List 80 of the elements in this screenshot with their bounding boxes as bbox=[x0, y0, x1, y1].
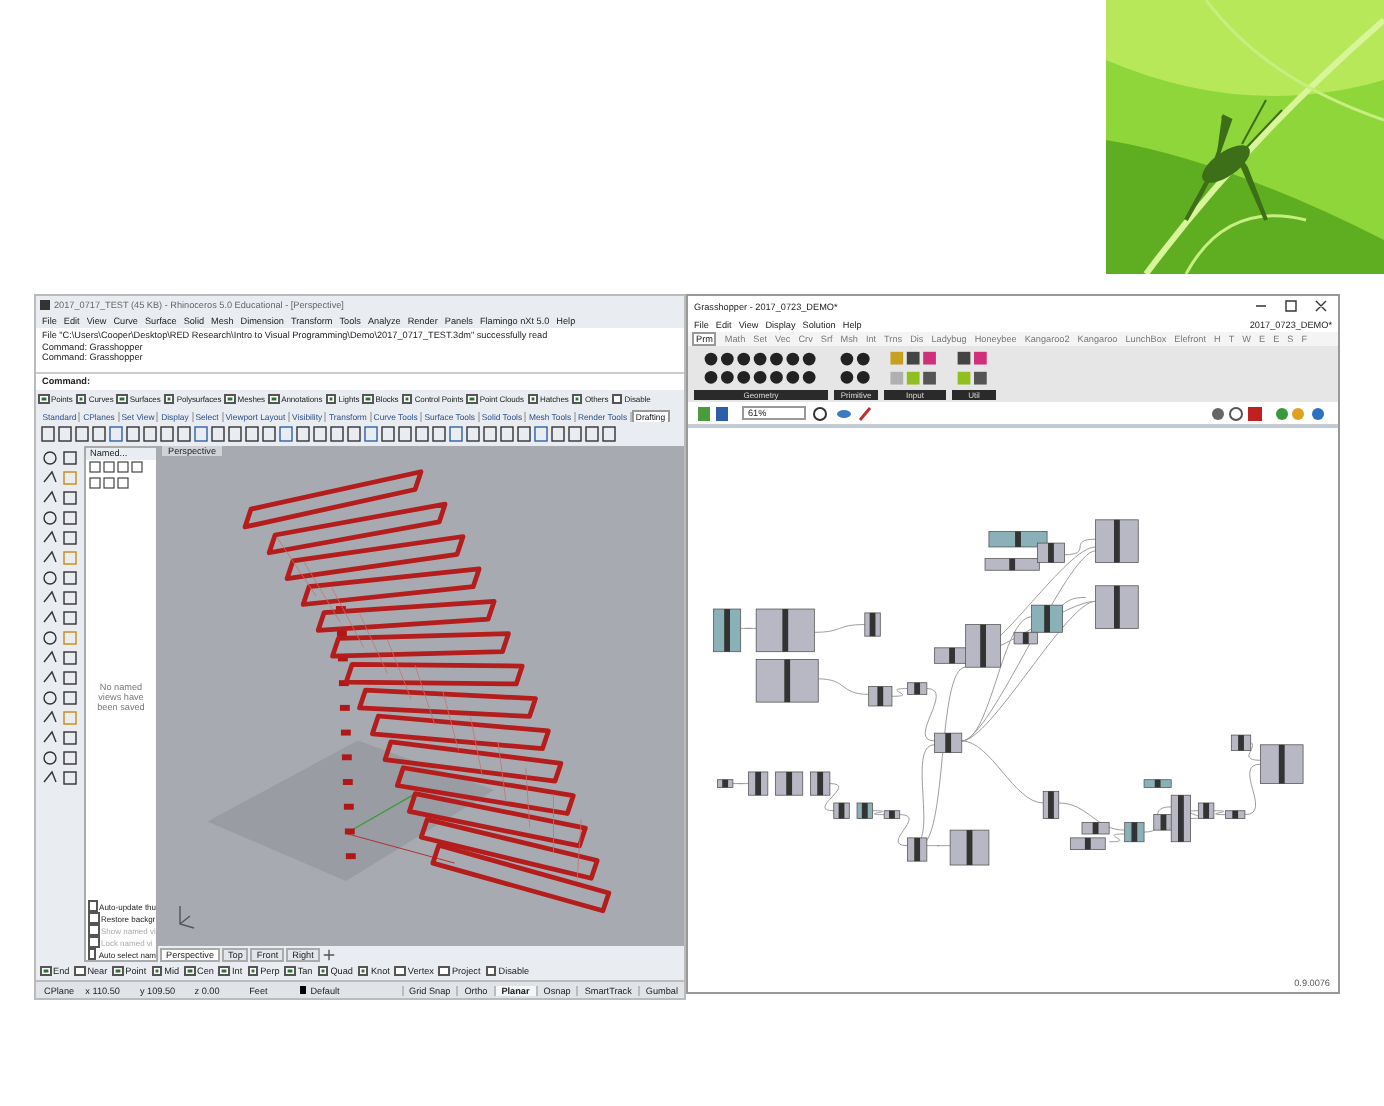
wire bbox=[732, 783, 749, 785]
wire bbox=[891, 688, 908, 697]
axis-icon bbox=[174, 902, 198, 930]
graph-node[interactable] bbox=[934, 732, 963, 753]
checkbox[interactable] bbox=[88, 948, 97, 960]
graph-node[interactable] bbox=[810, 771, 831, 796]
checkbox[interactable] bbox=[611, 393, 623, 405]
checkbox[interactable] bbox=[116, 393, 128, 405]
graph-node[interactable] bbox=[1260, 744, 1304, 784]
graph-node[interactable] bbox=[1013, 631, 1038, 645]
checkbox[interactable] bbox=[218, 965, 230, 977]
add-tab-icon[interactable] bbox=[321, 947, 336, 961]
graph-node[interactable] bbox=[755, 608, 815, 653]
graph-node[interactable] bbox=[1225, 810, 1246, 819]
checkbox[interactable] bbox=[394, 965, 406, 977]
graph-node[interactable] bbox=[868, 686, 893, 707]
checkbox[interactable] bbox=[151, 965, 163, 977]
checkbox[interactable] bbox=[284, 965, 296, 977]
checkbox[interactable] bbox=[268, 393, 280, 405]
graph-node[interactable] bbox=[1170, 794, 1191, 843]
wire bbox=[817, 678, 870, 695]
graph-node[interactable] bbox=[988, 531, 1048, 548]
view-tools-drawing[interactable] bbox=[812, 405, 872, 421]
checkbox[interactable] bbox=[88, 912, 99, 924]
graph-node[interactable] bbox=[717, 779, 734, 788]
display-tools-drawing[interactable] bbox=[1210, 405, 1330, 421]
checkbox[interactable] bbox=[224, 393, 236, 405]
graph-node[interactable] bbox=[1031, 604, 1063, 633]
graph-node[interactable] bbox=[1037, 542, 1065, 563]
window-controls-icon[interactable] bbox=[1252, 298, 1332, 314]
graph-node[interactable] bbox=[755, 659, 819, 703]
checkbox[interactable] bbox=[74, 965, 86, 977]
graph-node[interactable] bbox=[856, 802, 873, 819]
checkbox[interactable] bbox=[571, 393, 583, 405]
app-icon bbox=[40, 299, 50, 309]
graph-node[interactable] bbox=[1197, 802, 1215, 819]
graph-node[interactable] bbox=[864, 612, 881, 637]
checkbox[interactable] bbox=[401, 393, 413, 405]
checkbox[interactable] bbox=[38, 393, 49, 405]
checkbox[interactable] bbox=[75, 393, 87, 405]
graph-node[interactable] bbox=[1095, 585, 1139, 629]
checkbox[interactable] bbox=[485, 965, 497, 977]
checkbox[interactable] bbox=[163, 393, 175, 405]
graph-node[interactable] bbox=[949, 829, 990, 866]
layer-swatch bbox=[299, 986, 307, 994]
graph-node[interactable] bbox=[1143, 779, 1172, 788]
graph-node[interactable] bbox=[1081, 821, 1110, 835]
graph-node[interactable] bbox=[1069, 837, 1106, 850]
wire bbox=[740, 627, 757, 629]
graph-node[interactable] bbox=[775, 771, 804, 796]
graph-node[interactable] bbox=[1042, 790, 1060, 819]
graph-node[interactable] bbox=[907, 682, 928, 695]
panel-icons-drawing[interactable] bbox=[86, 460, 146, 492]
graph-node[interactable] bbox=[1124, 821, 1145, 843]
checkbox[interactable] bbox=[325, 393, 337, 405]
checkbox[interactable] bbox=[247, 965, 259, 977]
checkbox[interactable] bbox=[317, 965, 329, 977]
checkbox[interactable] bbox=[112, 965, 124, 977]
checkbox[interactable] bbox=[88, 900, 98, 912]
checkbox[interactable] bbox=[438, 965, 450, 977]
graph-node[interactable] bbox=[907, 837, 928, 862]
graph-node[interactable] bbox=[984, 558, 1040, 571]
checkbox[interactable] bbox=[466, 393, 478, 405]
graph-node[interactable] bbox=[1230, 734, 1252, 751]
wire bbox=[1143, 806, 1172, 833]
graph-node[interactable] bbox=[748, 771, 769, 796]
graph-node[interactable] bbox=[883, 810, 901, 819]
graph-node[interactable] bbox=[713, 608, 742, 653]
wire bbox=[824, 783, 840, 812]
checkbox[interactable] bbox=[362, 393, 374, 405]
checkbox[interactable] bbox=[527, 393, 539, 405]
graph-node[interactable] bbox=[965, 624, 1001, 668]
checkbox[interactable] bbox=[184, 965, 196, 977]
checkbox[interactable] bbox=[40, 965, 51, 977]
checkbox[interactable] bbox=[357, 965, 369, 977]
graph-node[interactable] bbox=[1153, 814, 1174, 831]
graph-node[interactable] bbox=[833, 802, 850, 819]
wire bbox=[872, 810, 885, 816]
wire bbox=[813, 624, 866, 633]
graph-node[interactable] bbox=[1095, 519, 1139, 563]
